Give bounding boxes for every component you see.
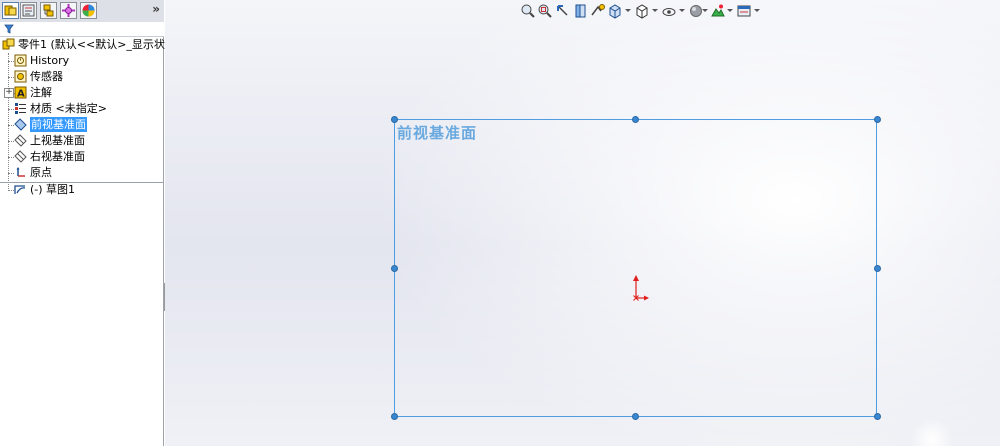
- part-icon: [2, 38, 15, 50]
- view-settings-icon: [737, 5, 751, 17]
- property-manager-icon: [22, 4, 35, 17]
- sketch-origin-icon[interactable]: [626, 272, 652, 304]
- property-manager-tab[interactable]: [20, 2, 37, 19]
- chevron-down-icon[interactable]: [702, 9, 708, 12]
- annotation-icon: A: [14, 86, 27, 99]
- viewport-highlight: [912, 416, 952, 446]
- dimxpert-manager-icon: [62, 4, 75, 17]
- display-style-icon: [636, 4, 648, 19]
- tree-item-label: History: [30, 54, 70, 67]
- zoom-area-button[interactable]: [537, 3, 553, 19]
- plane-handle[interactable]: [391, 413, 398, 420]
- apply-scene-button[interactable]: [710, 3, 726, 19]
- zoom-to-fit-button[interactable]: [520, 3, 536, 19]
- svg-text:A: A: [17, 89, 25, 100]
- feature-manager-tab[interactable]: [2, 2, 19, 19]
- graphics-area[interactable]: [165, 0, 1000, 446]
- plane-handle[interactable]: [874, 413, 881, 420]
- plane-name-label: 前视基准面: [397, 124, 478, 142]
- plane-handle[interactable]: [874, 116, 881, 123]
- view-orientation-icon: [609, 4, 621, 19]
- dimxpert-manager-tab[interactable]: [60, 2, 77, 19]
- display-manager-icon: [82, 4, 95, 17]
- tree-connector: [8, 53, 9, 191]
- origin-icon: [16, 167, 25, 177]
- hide-show-icon: [662, 8, 676, 16]
- tree-item-label: 注解: [30, 86, 52, 99]
- hide-show-items-button[interactable]: [661, 3, 677, 19]
- chevron-down-icon[interactable]: [625, 9, 631, 12]
- dynamic-annotation-button[interactable]: [590, 3, 606, 19]
- tree-root-label: 零件1 (默认<<默认>_显示状态: [18, 38, 176, 51]
- configuration-manager-icon: [43, 4, 54, 17]
- tree-item-label: 传感器: [30, 70, 63, 83]
- expand-annotations-button[interactable]: +: [4, 88, 14, 98]
- plane-handle[interactable]: [874, 265, 881, 272]
- tree-item-label: 前视基准面: [30, 117, 87, 132]
- tree-item-label: 右视基准面: [30, 150, 85, 163]
- configuration-manager-tab[interactable]: [40, 2, 57, 19]
- zoom-to-fit-icon: [521, 4, 535, 18]
- chevron-down-icon[interactable]: [652, 9, 658, 12]
- section-view-button[interactable]: [573, 3, 589, 19]
- panel-tab-bar: »: [0, 0, 164, 23]
- feature-manager-panel: » 零件1 (默认<<默认>_显示状态 History 传感器 + A 注解 材…: [0, 0, 176, 446]
- plane-icon: [14, 150, 27, 163]
- previous-view-icon: [557, 5, 568, 16]
- front-plane-outline[interactable]: [394, 119, 877, 417]
- display-manager-tab[interactable]: [80, 2, 97, 19]
- sensor-icon: [14, 70, 27, 83]
- plane-handle[interactable]: [632, 413, 639, 420]
- apply-scene-icon: [711, 4, 725, 17]
- tree-filter-bar[interactable]: [0, 22, 164, 37]
- tree-item-label: 材质 <未指定>: [30, 102, 107, 115]
- chevron-down-icon[interactable]: [679, 9, 685, 12]
- tree-item-label: 原点: [30, 166, 52, 179]
- history-icon: [14, 54, 27, 67]
- more-tabs-button[interactable]: »: [152, 2, 160, 16]
- material-icon: [15, 103, 26, 114]
- plane-handle[interactable]: [632, 116, 639, 123]
- display-style-button[interactable]: [634, 3, 650, 19]
- view-orientation-button[interactable]: [607, 3, 623, 19]
- feature-manager-icon: [4, 5, 17, 16]
- tree-item-label: (-) 草图1: [30, 183, 76, 196]
- chevron-down-icon[interactable]: [727, 9, 733, 12]
- plane-handle[interactable]: [391, 265, 398, 272]
- chevron-down-icon[interactable]: [754, 9, 760, 12]
- zoom-area-icon: [538, 4, 552, 18]
- sketch-icon: [14, 185, 26, 194]
- dynamic-annotation-icon: [591, 4, 605, 16]
- view-settings-button[interactable]: [736, 3, 752, 19]
- previous-view-button[interactable]: [555, 3, 571, 19]
- section-view-icon: [575, 4, 586, 18]
- filter-icon: [4, 24, 14, 34]
- plane-icon: [14, 134, 27, 147]
- plane-icon: [14, 118, 27, 131]
- tree-item-label: 上视基准面: [30, 134, 85, 147]
